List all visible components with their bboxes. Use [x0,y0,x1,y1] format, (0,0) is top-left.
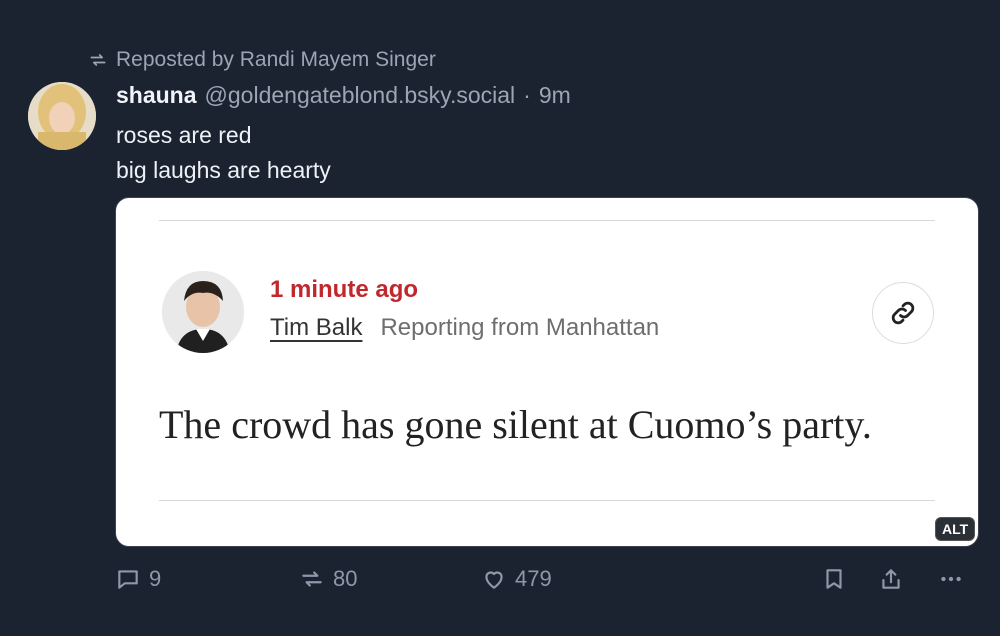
divider [159,220,935,221]
repost-button[interactable]: 80 [299,566,357,592]
bookmark-icon [826,569,842,589]
post-actions: 9 80 479 [0,566,1000,596]
like-icon [485,571,503,589]
handle[interactable]: @goldengateblond.bsky.social [205,82,516,109]
headline: The crowd has gone silent at Cuomo’s par… [159,402,872,447]
author-name: Tim Balk [270,314,363,341]
embedded-image[interactable]: 1 minute ago Tim Balk Reporting from Man… [115,197,979,547]
link-icon [891,301,915,325]
reply-button[interactable]: 9 [115,566,161,592]
like-button[interactable]: 479 [481,566,552,592]
reply-count: 9 [149,566,162,591]
more-button[interactable] [938,566,964,592]
post-header: shauna @goldengateblond.bsky.social · 9m [116,82,571,109]
bookmark-button[interactable] [821,566,847,592]
byline: Tim Balk Reporting from Manhattan [270,314,659,342]
repost-label: Reposted by Randi Mayem Singer [116,48,436,71]
share-icon [882,569,900,589]
reply-icon [118,570,138,589]
repost-icon [90,54,106,66]
post-line: roses are red [116,122,252,148]
avatar[interactable] [28,82,96,150]
timestamp[interactable]: 9m [539,82,571,109]
repost-icon [302,571,322,587]
time-ago: 1 minute ago [270,276,419,303]
divider [159,500,935,501]
reporter-photo [162,271,244,353]
more-icon [941,576,961,582]
avatar-image [28,82,96,150]
copy-link-button [872,282,934,344]
share-button[interactable] [878,566,904,592]
repost-count: 80 [333,566,358,591]
location: Reporting from Manhattan [380,314,660,341]
like-count: 479 [515,566,552,591]
alt-badge[interactable]: ALT [935,517,976,541]
post-text: roses are red big laughs are hearty [116,118,331,188]
repost-indicator[interactable]: Reposted by Randi Mayem Singer [88,48,436,72]
post-line: big laughs are hearty [116,157,331,183]
display-name[interactable]: shauna [116,82,197,109]
separator: · [523,82,531,108]
